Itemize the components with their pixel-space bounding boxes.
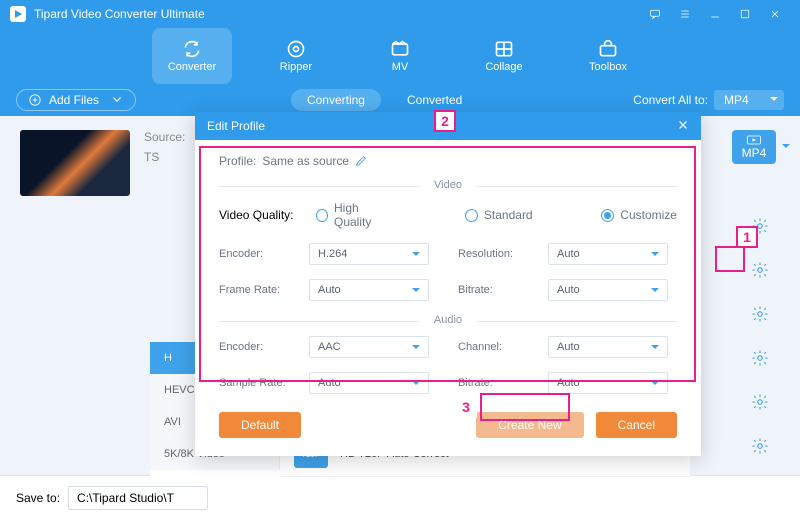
- video-quality-customize-radio[interactable]: Customize: [601, 208, 677, 222]
- tab-converted[interactable]: Converted: [391, 89, 478, 111]
- save-to-label: Save to:: [16, 491, 60, 505]
- video-bitrate-select[interactable]: Auto: [548, 279, 668, 301]
- video-encoder-select[interactable]: H.264: [309, 243, 429, 265]
- output-format-box: MP4: [732, 130, 776, 164]
- profile-line: Profile: Same as source: [219, 154, 677, 178]
- edit-pencil-icon[interactable]: [355, 155, 367, 167]
- nav-collage-label: Collage: [485, 61, 522, 73]
- nav-ripper[interactable]: Ripper: [256, 28, 336, 84]
- main-nav: Converter Ripper MV Collage Toolbox: [0, 28, 800, 84]
- app-title: Tipard Video Converter Ultimate: [34, 7, 640, 21]
- chevron-down-icon: [111, 94, 123, 106]
- default-button[interactable]: Default: [219, 412, 301, 438]
- nav-converter-label: Converter: [168, 61, 216, 73]
- nav-mv[interactable]: MV: [360, 28, 440, 84]
- resolution-label: Resolution:: [458, 248, 538, 260]
- app-window: Tipard Video Converter Ultimate Converte…: [0, 0, 800, 519]
- settings-gear-icon[interactable]: [750, 304, 770, 324]
- samplerate-label: Sample Rate:: [219, 377, 299, 389]
- tab-converting[interactable]: Converting: [291, 89, 381, 111]
- convert-all-control: Convert All to: MP4: [633, 90, 784, 110]
- framerate-label: Frame Rate:: [219, 284, 299, 296]
- format-box-label: MP4: [742, 146, 767, 160]
- audio-bitrate-label: Bitrate:: [458, 377, 538, 389]
- ts-label: TS: [144, 150, 194, 164]
- menu-icon[interactable]: [670, 0, 700, 28]
- video-quality-row: Video Quality: High Quality Standard Cus…: [219, 201, 677, 229]
- close-button[interactable]: [760, 0, 790, 28]
- nav-mv-label: MV: [392, 61, 409, 73]
- profile-label: Profile:: [219, 154, 256, 168]
- video-thumbnail[interactable]: [20, 130, 130, 196]
- format-select-button[interactable]: MP4: [732, 130, 776, 164]
- audio-section-label: Audio: [420, 314, 476, 326]
- save-to-bar: Save to:: [0, 475, 800, 519]
- settings-gear-icon[interactable]: [750, 260, 770, 280]
- dialog-close-button[interactable]: [677, 119, 689, 134]
- audio-encoder-label: Encoder:: [219, 341, 299, 353]
- profile-name: Same as source: [262, 154, 349, 168]
- nav-toolbox[interactable]: Toolbox: [568, 28, 648, 84]
- save-to-input[interactable]: [68, 486, 208, 510]
- add-files-label: Add Files: [49, 93, 99, 107]
- audio-bitrate-select[interactable]: Auto: [548, 372, 668, 394]
- video-section-label: Video: [420, 179, 476, 191]
- dialog-title: Edit Profile: [207, 119, 265, 133]
- video-quality-high-radio[interactable]: High Quality: [316, 201, 397, 229]
- source-label: Source:: [144, 130, 194, 144]
- framerate-select[interactable]: Auto: [309, 279, 429, 301]
- annotation-3: 3: [455, 396, 477, 418]
- titlebar: Tipard Video Converter Ultimate: [0, 0, 800, 28]
- samplerate-select[interactable]: Auto: [309, 372, 429, 394]
- audio-section-divider: Audio: [219, 321, 677, 322]
- add-files-button[interactable]: Add Files: [16, 89, 136, 111]
- annotation-1: 1: [736, 226, 758, 248]
- status-tabs: Converting Converted: [136, 89, 633, 111]
- dialog-footer: Default Create New Cancel: [195, 412, 701, 456]
- app-logo-icon: [10, 6, 26, 22]
- video-section-divider: Video: [219, 186, 677, 187]
- nav-collage[interactable]: Collage: [464, 28, 544, 84]
- create-new-button[interactable]: Create New: [476, 412, 583, 438]
- settings-gear-icon[interactable]: [750, 392, 770, 412]
- feedback-icon[interactable]: [640, 0, 670, 28]
- nav-toolbox-label: Toolbox: [589, 61, 627, 73]
- nav-ripper-label: Ripper: [280, 61, 312, 73]
- video-quality-standard-radio[interactable]: Standard: [465, 208, 533, 222]
- video-encoder-label: Encoder:: [219, 248, 299, 260]
- maximize-button[interactable]: [730, 0, 760, 28]
- edit-profile-dialog: Edit Profile Profile: Same as source Vid…: [195, 112, 701, 456]
- nav-converter[interactable]: Converter: [152, 28, 232, 84]
- convert-all-select[interactable]: MP4: [714, 90, 784, 110]
- settings-gear-icon[interactable]: [750, 348, 770, 368]
- video-bitrate-label: Bitrate:: [458, 284, 538, 296]
- annotation-2: 2: [434, 110, 456, 132]
- resolution-select[interactable]: Auto: [548, 243, 668, 265]
- channel-select[interactable]: Auto: [548, 336, 668, 358]
- settings-gear-icon[interactable]: [750, 436, 770, 456]
- video-quality-label: Video Quality:: [219, 208, 296, 222]
- dialog-body: Profile: Same as source Video Video Qual…: [195, 140, 701, 412]
- gear-column: [750, 216, 770, 456]
- audio-encoder-select[interactable]: AAC: [309, 336, 429, 358]
- cancel-button[interactable]: Cancel: [596, 412, 677, 438]
- channel-label: Channel:: [458, 341, 538, 353]
- convert-all-label: Convert All to:: [633, 93, 708, 107]
- minimize-button[interactable]: [700, 0, 730, 28]
